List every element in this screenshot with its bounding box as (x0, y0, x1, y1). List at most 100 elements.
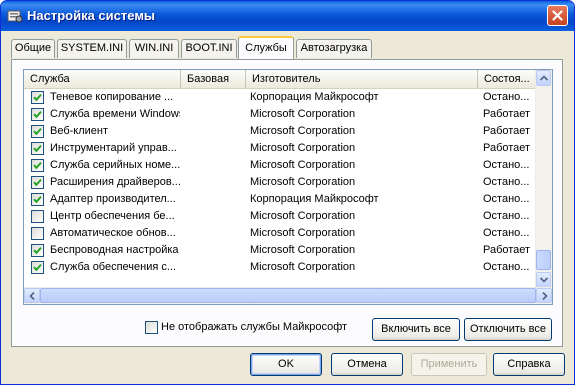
close-button[interactable] (547, 5, 568, 26)
service-vendor: Microsoft Corporation (250, 244, 356, 256)
service-checkbox[interactable] (31, 108, 44, 121)
scroll-up-button[interactable] (536, 70, 551, 86)
checkmark-icon (33, 195, 42, 204)
tab-general[interactable]: Общие (11, 39, 55, 58)
service-basic (187, 225, 245, 242)
tab-boot-ini[interactable]: BOOT.INI (181, 39, 237, 58)
service-name: Автоматическое обнов... (50, 227, 176, 239)
table-row[interactable]: Инструментарий управ... Microsoft Corpora… (24, 140, 538, 157)
table-row[interactable]: Центр обеспечения бе... Microsoft Corpora… (24, 208, 538, 225)
tab-system-ini[interactable]: SYSTEM.INI (57, 39, 127, 58)
table-row[interactable]: Расширения драйверов... Microsoft Corpora… (24, 174, 538, 191)
service-status: Остано... (483, 210, 530, 222)
scroll-left-button[interactable] (24, 288, 40, 303)
vertical-scrollbar[interactable] (535, 70, 552, 288)
column-header-service[interactable]: Служба (24, 70, 181, 88)
window-title: Настройка системы (27, 8, 156, 23)
enable-all-button[interactable]: Включить все (372, 318, 460, 341)
tab-win-ini[interactable]: WIN.INI (129, 39, 179, 58)
service-name: Теневое копирование ... (50, 91, 174, 103)
services-list[interactable]: Служба Базовая Изготовитель Состоя... Те… (23, 69, 553, 305)
table-row[interactable]: Служба времени Windows Microsoft Corporat… (24, 106, 538, 123)
scroll-down-button[interactable] (536, 272, 551, 288)
list-header: Служба Базовая Изготовитель Состоя... (24, 70, 538, 89)
service-name: Центр обеспечения бе... (50, 210, 175, 222)
service-vendor: Корпорация Майкрософт (250, 193, 379, 205)
column-header-basic[interactable]: Базовая (181, 70, 246, 88)
service-status: Работает (483, 244, 531, 256)
checkmark-icon (33, 246, 42, 255)
scroll-right-button[interactable] (536, 288, 552, 303)
service-vendor: Microsoft Corporation (250, 210, 356, 222)
service-status: Работает (483, 142, 531, 154)
close-icon (552, 10, 563, 21)
service-basic (187, 123, 245, 140)
table-row[interactable]: Веб-клиент Microsoft Corporation Работает (24, 123, 538, 140)
service-vendor: Microsoft Corporation (250, 176, 356, 188)
service-name: Беспроводная настройка (50, 244, 179, 256)
checkmark-icon (33, 144, 42, 153)
service-checkbox[interactable] (31, 176, 44, 189)
service-vendor: Microsoft Corporation (250, 108, 356, 120)
title-bar[interactable]: Настройка системы (1, 1, 574, 31)
service-name: Расширения драйверов... (50, 176, 180, 188)
service-checkbox[interactable] (31, 244, 44, 257)
cancel-button[interactable]: Отмена (331, 353, 403, 376)
service-name: Веб-клиент (50, 125, 109, 137)
service-status: Работает (483, 125, 531, 137)
column-header-status[interactable]: Состоя... (478, 70, 538, 88)
service-checkbox[interactable] (31, 261, 44, 274)
service-vendor: Корпорация Майкрософт (250, 91, 379, 103)
system-config-window: Настройка системы Общие SYSTEM.INI WIN.I… (0, 0, 575, 385)
table-row[interactable]: Служба обеспечения с... Microsoft Corpora… (24, 259, 538, 276)
service-checkbox[interactable] (31, 210, 44, 223)
table-row[interactable]: Автоматическое обнов... Microsoft Corpora… (24, 225, 538, 242)
service-status: Остано... (483, 193, 530, 205)
service-basic (187, 191, 245, 208)
service-status: Остано... (483, 91, 530, 103)
checkmark-icon (33, 161, 42, 170)
table-row[interactable]: Теневое копирование ... Корпорация Майкро… (24, 89, 538, 106)
service-status: Остано... (483, 261, 530, 273)
checkmark-icon (33, 93, 42, 102)
table-row[interactable]: Адаптер производител... Корпорация Майкро… (24, 191, 538, 208)
service-vendor: Microsoft Corporation (250, 125, 356, 137)
arrow-up-icon (540, 75, 548, 81)
table-row[interactable]: Беспроводная настройка Microsoft Corporat… (24, 242, 538, 259)
service-name: Инструментарий управ... (50, 142, 177, 154)
service-name: Служба серийных номе... (50, 159, 180, 171)
service-status: Остано... (483, 159, 530, 171)
service-basic (187, 89, 245, 106)
table-row[interactable]: Служба серийных номе... Microsoft Corpora… (24, 157, 538, 174)
service-checkbox[interactable] (31, 193, 44, 206)
service-basic (187, 157, 245, 174)
vertical-scroll-thumb[interactable] (536, 250, 551, 270)
ok-button[interactable]: OK (250, 353, 322, 376)
checkmark-icon (33, 178, 42, 187)
horizontal-scroll-thumb[interactable] (40, 288, 536, 303)
help-button[interactable]: Справка (493, 353, 565, 376)
service-name: Служба времени Windows (50, 108, 180, 120)
tab-startup[interactable]: Автозагрузка (296, 39, 372, 58)
service-basic (187, 174, 245, 191)
checkmark-icon (33, 127, 42, 136)
system-config-icon (7, 10, 23, 23)
service-checkbox[interactable] (31, 142, 44, 155)
service-checkbox[interactable] (31, 125, 44, 138)
service-checkbox[interactable] (31, 91, 44, 104)
service-vendor: Microsoft Corporation (250, 142, 356, 154)
horizontal-scrollbar[interactable] (24, 287, 552, 304)
checkmark-icon (33, 263, 42, 272)
service-checkbox[interactable] (31, 159, 44, 172)
tab-services[interactable]: Службы (238, 36, 294, 59)
checkmark-icon (33, 110, 42, 119)
apply-button[interactable]: Применить (411, 353, 487, 376)
hide-microsoft-services-box[interactable] (145, 321, 158, 334)
service-checkbox[interactable] (31, 227, 44, 240)
service-status: Остано... (483, 227, 530, 239)
arrow-left-icon (29, 292, 35, 300)
arrow-right-icon (542, 292, 548, 300)
service-vendor: Microsoft Corporation (250, 261, 356, 273)
column-header-vendor[interactable]: Изготовитель (246, 70, 478, 88)
disable-all-button[interactable]: Отключить все (464, 318, 552, 341)
